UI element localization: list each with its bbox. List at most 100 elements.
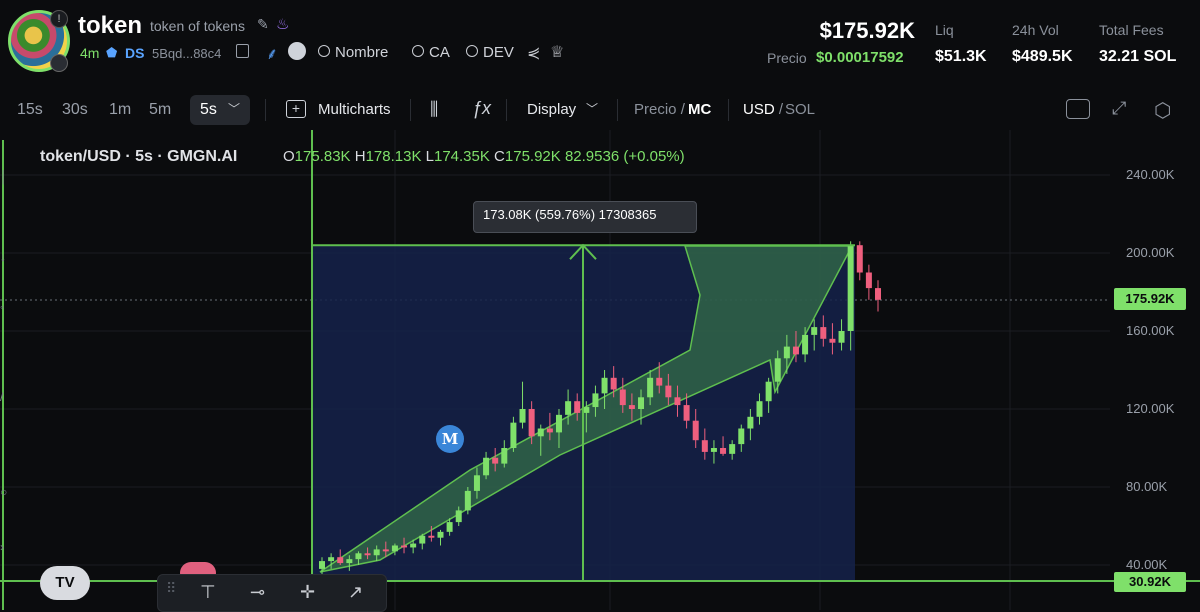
display-dropdown[interactable]: Display: [527, 101, 576, 118]
candle-body: [483, 457, 490, 476]
candlestick-icon[interactable]: ⫼: [430, 99, 438, 120]
mc-toggle[interactable]: MC: [688, 101, 711, 118]
candle-body: [537, 428, 544, 437]
candle-body: [428, 535, 435, 538]
token-header: [0, 0, 1200, 90]
chart-pair-title: token/USD · 5s · GMGN.AI: [40, 148, 238, 165]
candle-body: [665, 385, 672, 398]
candle-body: [829, 338, 836, 343]
y-tick-label: 120.00K: [1126, 401, 1175, 416]
info-icon[interactable]: !: [50, 10, 68, 28]
migration-marker[interactable]: M: [436, 425, 464, 453]
candle-body: [792, 346, 799, 355]
volume-value: $489.5K: [1012, 48, 1073, 65]
candle-body: [619, 389, 626, 406]
ohlc-change: 82.9536 (+0.05%): [564, 148, 685, 165]
precio-label: Precio: [767, 50, 807, 66]
left-dock-marker[interactable]: │: [0, 170, 8, 184]
candle-body: [601, 377, 608, 394]
token-age: 4m: [80, 45, 100, 61]
horizontal-line-tool-icon[interactable]: ⊸: [250, 582, 265, 603]
timeframe-1m[interactable]: 1m: [109, 101, 131, 119]
plus-icon[interactable]: +: [286, 100, 306, 118]
left-dock-marker[interactable]: ◦: [0, 300, 4, 314]
crosshair-tool-icon[interactable]: ✛: [300, 582, 315, 603]
precio-toggle[interactable]: Precio /: [634, 101, 685, 118]
candle-body: [455, 510, 462, 523]
candle-body: [373, 549, 380, 556]
candle-body: [401, 545, 408, 548]
candle-body: [592, 393, 599, 408]
timeframe-5m[interactable]: 5m: [149, 101, 171, 119]
candle-body: [528, 409, 535, 437]
multicharts-button[interactable]: Multicharts: [318, 101, 391, 118]
drag-handle-icon[interactable]: ⠿: [166, 580, 176, 597]
last-price-tag-text: 175.92K: [1125, 291, 1175, 306]
candle-body: [783, 346, 790, 359]
contract-address: 5Bqd...88c4: [152, 46, 222, 61]
candle-body: [437, 531, 444, 538]
separator: /: [778, 101, 784, 118]
volume-label: 24h Vol: [1012, 22, 1059, 38]
crown-icon[interactable]: ♕: [550, 42, 564, 62]
left-dock-marker[interactable]: ›: [0, 540, 4, 554]
candle-body: [574, 401, 581, 413]
candle-body: [738, 428, 745, 445]
ds-label: DS: [125, 45, 145, 61]
candle-body: [519, 409, 526, 423]
sol-toggle[interactable]: SOL: [785, 101, 815, 118]
divider: [265, 99, 266, 121]
search-ca-link[interactable]: CA: [412, 44, 450, 61]
candle-body: [501, 448, 508, 464]
usd-toggle-label[interactable]: USD: [743, 101, 775, 118]
candle-body: [647, 377, 654, 398]
chevron-down-icon[interactable]: ﹀: [586, 100, 598, 117]
candle-body: [856, 245, 863, 273]
camera-icon[interactable]: [1066, 99, 1090, 119]
precio-value: $0.00017592: [816, 49, 904, 66]
y-tick-label: 80.00K: [1126, 479, 1168, 494]
y-tick-label: 240.00K: [1126, 167, 1175, 182]
ohlc-c-label: C: [494, 148, 505, 165]
candle-body: [473, 475, 480, 491]
chevron-down-icon[interactable]: ﹀: [228, 100, 240, 117]
feather-icon[interactable]: ⸙: [266, 42, 278, 64]
left-dock-marker[interactable]: /: [0, 390, 3, 404]
candle-body: [765, 381, 772, 402]
pencil-icon[interactable]: ✎: [257, 16, 269, 33]
vertical-line-tool-icon[interactable]: ⊤: [200, 582, 216, 603]
fees-value: 32.21 SOL: [1099, 48, 1177, 65]
indicators-icon[interactable]: ƒx: [472, 98, 491, 119]
left-dock-marker[interactable]: ↓: [0, 250, 6, 264]
candle-body: [674, 397, 681, 406]
candle-body: [565, 401, 572, 415]
timeframe-15s[interactable]: 15s: [17, 101, 43, 119]
avatar-edit-icon[interactable]: [50, 54, 68, 72]
arrow-tool-icon[interactable]: ↗: [348, 582, 363, 603]
ohlc-high: 178.13K: [365, 148, 422, 165]
search-icon: [466, 45, 478, 57]
candle-body: [419, 535, 426, 544]
candle-body: [756, 401, 763, 417]
left-dock-marker[interactable]: ○: [0, 485, 7, 499]
timeframe-active[interactable]: 5s: [200, 101, 217, 119]
search-nombre-link[interactable]: Nombre: [318, 44, 388, 61]
copy-icon[interactable]: [236, 44, 249, 58]
precio-toggle-label[interactable]: Precio: [634, 101, 677, 118]
candle-body: [847, 245, 854, 331]
liq-value: $51.3K: [935, 48, 987, 65]
search-dev-link[interactable]: DEV: [466, 44, 514, 61]
candle-body: [364, 553, 371, 556]
settings-icon[interactable]: ⬡: [1154, 98, 1171, 123]
candle-body: [328, 557, 335, 562]
candle-body: [820, 327, 827, 339]
usd-toggle[interactable]: USD /: [743, 101, 783, 118]
share-icon[interactable]: ⋞: [527, 43, 540, 63]
timeframe-30s[interactable]: 30s: [62, 101, 88, 119]
ohlc-h-label: H: [354, 148, 366, 165]
list-icon[interactable]: [288, 42, 306, 60]
candle-body: [701, 440, 708, 452]
expand-icon[interactable]: ⤢: [1112, 98, 1126, 119]
token-fullname: token of tokens: [150, 18, 245, 34]
timeframe-dropdown[interactable]: [190, 95, 250, 125]
